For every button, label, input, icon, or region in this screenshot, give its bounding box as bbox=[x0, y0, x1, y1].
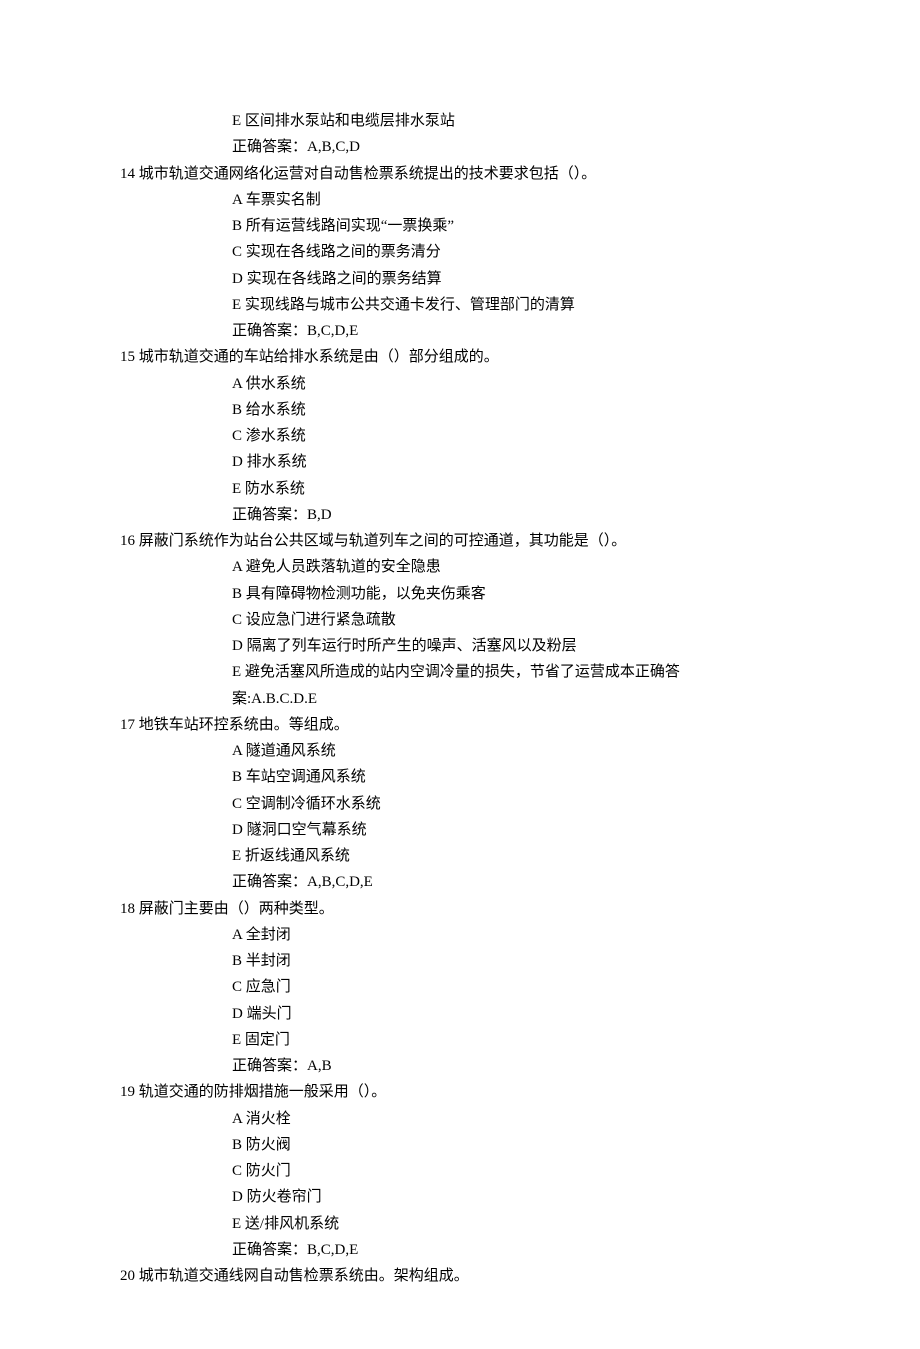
question-stem: 20 城市轨道交通线网自动售检票系统由。架构组成。 bbox=[120, 1263, 800, 1289]
option-line: C 设应急门进行紧急疏散 bbox=[120, 607, 800, 633]
option-line: 正确答案：A,B,C,D,E bbox=[120, 869, 800, 895]
question-stem: 17 地铁车站环控系统由。等组成。 bbox=[120, 712, 800, 738]
option-line: D 隔离了列车运行时所产生的噪声、活塞风以及粉层 bbox=[120, 633, 800, 659]
option-line: 正确答案：A,B,C,D bbox=[120, 134, 800, 160]
question-stem: 19 轨道交通的防排烟措施一般采用（）。 bbox=[120, 1079, 800, 1105]
option-line: E 折返线通风系统 bbox=[120, 843, 800, 869]
option-line: D 隧洞口空气幕系统 bbox=[120, 817, 800, 843]
option-line: A 供水系统 bbox=[120, 371, 800, 397]
option-line: A 车票实名制 bbox=[120, 187, 800, 213]
option-line: 案:A.B.C.D.E bbox=[120, 686, 800, 712]
question-stem: 16 屏蔽门系统作为站台公共区域与轨道列车之间的可控通道，其功能是（）。 bbox=[120, 528, 800, 554]
option-line: A 全封闭 bbox=[120, 922, 800, 948]
option-line: E 实现线路与城市公共交通卡发行、管理部门的清算 bbox=[120, 292, 800, 318]
question-stem: 18 屏蔽门主要由（）两种类型。 bbox=[120, 896, 800, 922]
option-line: A 避免人员跌落轨道的安全隐患 bbox=[120, 554, 800, 580]
option-line: 正确答案：B,D bbox=[120, 502, 800, 528]
option-line: D 实现在各线路之间的票务结算 bbox=[120, 266, 800, 292]
option-line: C 防火门 bbox=[120, 1158, 800, 1184]
question-stem: 14 城市轨道交通网络化运营对自动售检票系统提出的技术要求包括（）。 bbox=[120, 161, 800, 187]
option-line: D 排水系统 bbox=[120, 449, 800, 475]
option-line: A 消火栓 bbox=[120, 1106, 800, 1132]
option-line: C 空调制冷循环水系统 bbox=[120, 791, 800, 817]
option-line: 正确答案：B,C,D,E bbox=[120, 1237, 800, 1263]
option-line: E 区间排水泵站和电缆层排水泵站 bbox=[120, 108, 800, 134]
option-line: 正确答案：B,C,D,E bbox=[120, 318, 800, 344]
option-line: E 防水系统 bbox=[120, 476, 800, 502]
option-line: E 避免活塞风所造成的站内空调冷量的损失，节省了运营成本正确答 bbox=[120, 659, 800, 685]
question-stem: 15 城市轨道交通的车站给排水系统是由（）部分组成的。 bbox=[120, 344, 800, 370]
option-line: B 给水系统 bbox=[120, 397, 800, 423]
option-line: B 所有运营线路间实现“一票换乘” bbox=[120, 213, 800, 239]
option-line: B 车站空调通风系统 bbox=[120, 764, 800, 790]
document-page: E 区间排水泵站和电缆层排水泵站正确答案：A,B,C,D14 城市轨道交通网络化… bbox=[0, 0, 920, 1349]
option-line: B 具有障碍物检测功能，以免夹伤乘客 bbox=[120, 581, 800, 607]
option-line: E 送/排风机系统 bbox=[120, 1211, 800, 1237]
option-line: C 应急门 bbox=[120, 974, 800, 1000]
option-line: 正确答案：A,B bbox=[120, 1053, 800, 1079]
option-line: D 防火卷帘门 bbox=[120, 1184, 800, 1210]
option-line: C 实现在各线路之间的票务清分 bbox=[120, 239, 800, 265]
option-line: A 隧道通风系统 bbox=[120, 738, 800, 764]
option-line: B 半封闭 bbox=[120, 948, 800, 974]
option-line: C 渗水系统 bbox=[120, 423, 800, 449]
option-line: E 固定门 bbox=[120, 1027, 800, 1053]
option-line: B 防火阀 bbox=[120, 1132, 800, 1158]
option-line: D 端头门 bbox=[120, 1001, 800, 1027]
